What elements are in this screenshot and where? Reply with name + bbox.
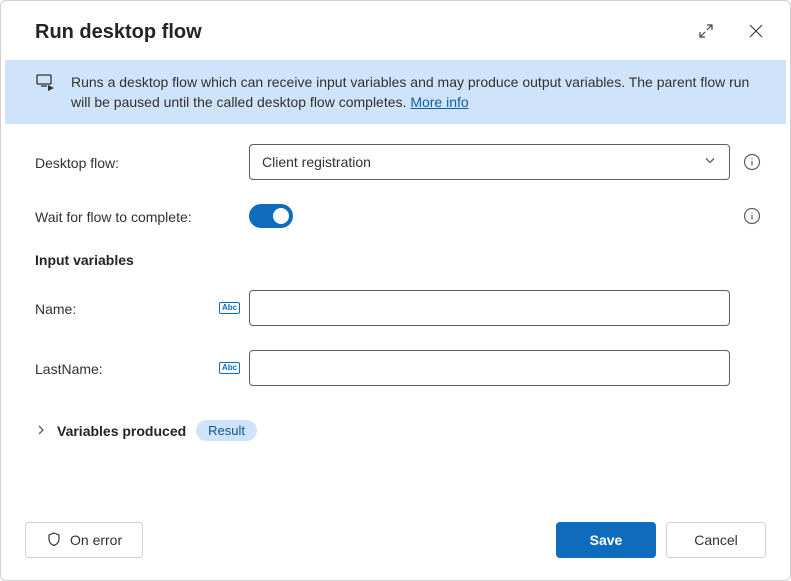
- dialog-header: Run desktop flow: [1, 1, 790, 60]
- expand-icon: [698, 23, 714, 42]
- variables-produced-label: Variables produced: [57, 423, 186, 439]
- shield-icon: [46, 531, 62, 550]
- variables-produced-row: Variables produced Result: [35, 420, 762, 441]
- close-button[interactable]: [744, 19, 768, 46]
- desktop-flow-value: Client registration: [262, 154, 371, 170]
- desktop-flow-label: Desktop flow:: [35, 153, 219, 171]
- wait-for-flow-row: Wait for flow to complete:: [35, 204, 762, 228]
- lastname-label: LastName:: [35, 359, 219, 377]
- info-banner-text: Runs a desktop flow which can receive in…: [71, 72, 766, 112]
- toggle-knob: [273, 208, 289, 224]
- expand-button[interactable]: [694, 19, 718, 46]
- desktop-flow-row: Desktop flow: Client registration: [35, 144, 762, 180]
- info-icon[interactable]: [742, 206, 762, 226]
- info-banner: Runs a desktop flow which can receive in…: [5, 60, 786, 124]
- dialog-footer: On error Save Cancel: [1, 508, 790, 580]
- info-icon[interactable]: [742, 152, 762, 172]
- on-error-label: On error: [70, 532, 122, 548]
- wait-for-flow-toggle[interactable]: [249, 204, 293, 228]
- on-error-button[interactable]: On error: [25, 522, 143, 558]
- save-button[interactable]: Save: [556, 522, 656, 558]
- wait-for-flow-label: Wait for flow to complete:: [35, 207, 249, 225]
- desktop-flow-select[interactable]: Client registration: [249, 144, 730, 180]
- dialog-content: Desktop flow: Client registration: [1, 124, 790, 508]
- expand-variables-produced[interactable]: [35, 423, 47, 439]
- chevron-down-icon: [703, 154, 717, 171]
- run-desktop-flow-dialog: Run desktop flow: [0, 0, 791, 581]
- save-label: Save: [590, 532, 623, 548]
- result-variable-pill[interactable]: Result: [196, 420, 257, 441]
- desktop-flow-icon: [35, 72, 57, 99]
- dialog-title: Run desktop flow: [35, 21, 202, 44]
- more-info-link[interactable]: More info: [410, 94, 468, 110]
- cancel-button[interactable]: Cancel: [666, 522, 766, 558]
- text-type-icon: Abc: [219, 302, 240, 314]
- name-label: Name:: [35, 299, 219, 317]
- name-input[interactable]: [249, 290, 730, 326]
- footer-actions: Save Cancel: [556, 522, 766, 558]
- lastname-input[interactable]: [249, 350, 730, 386]
- close-icon: [748, 23, 764, 42]
- input-variables-heading: Input variables: [35, 252, 762, 268]
- header-actions: [694, 19, 768, 46]
- cancel-label: Cancel: [694, 532, 738, 548]
- lastname-row: LastName: Abc: [35, 350, 762, 386]
- name-row: Name: Abc: [35, 290, 762, 326]
- text-type-icon: Abc: [219, 362, 240, 374]
